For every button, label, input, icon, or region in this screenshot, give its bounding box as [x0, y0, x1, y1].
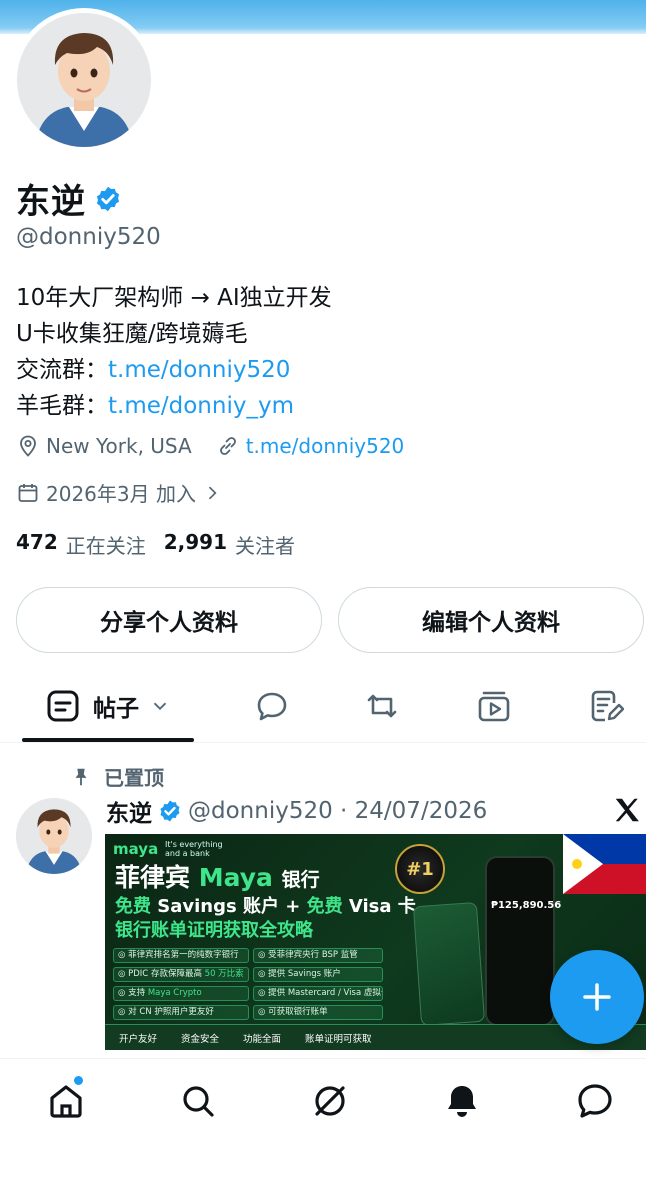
post-author-avatar[interactable] [16, 798, 92, 874]
tab-media[interactable] [472, 672, 516, 740]
card-graphic [412, 901, 486, 1027]
feature-item: ◎ 受菲律宾央行 BSP 监管 [253, 948, 383, 963]
nav-notifications[interactable] [442, 1081, 482, 1121]
profile-website[interactable]: t.me/donniy520 [216, 434, 404, 458]
feature-item: ◎ 菲律宾排名第一的纯数字银行 [113, 948, 249, 963]
x-logo-icon[interactable] [612, 795, 642, 825]
search-icon [183, 1086, 214, 1117]
bio-line: 交流群：t.me/donniy520 [16, 357, 291, 383]
tab-reposts[interactable] [360, 672, 404, 740]
feature-item: ◎ PDIC 存款保障最高 50 万比索 [113, 967, 249, 982]
media-icon [478, 691, 510, 722]
post-header: 东逆 @donniy520 · 24/07/2026 [106, 794, 487, 828]
bio-line: 羊毛群：t.me/donniy_ym [16, 393, 294, 419]
bottom-feature: 账单证明可获取 [305, 1033, 372, 1045]
feature-item: ◎ 提供 Mastercard / Visa 虚拟卡 [253, 986, 383, 1001]
nav-messages[interactable] [575, 1081, 615, 1121]
brand-tagline: It's everything and a bank [165, 840, 223, 858]
image-tagline-line: 银行账单证明获取全攻略 [115, 920, 313, 941]
home-icon [50, 1085, 82, 1118]
profile-name: 东逆 [16, 182, 86, 222]
image-subheadline: 免费 Savings 账户 + 免费 Visa 卡 [115, 896, 416, 917]
pin-icon [75, 768, 87, 785]
verified-badge-icon [160, 800, 180, 822]
feature-item: ◎ 对 CN 护照用户更友好 [113, 1005, 249, 1020]
followers-link[interactable]: 2,991 关注者 [164, 530, 295, 559]
calendar-icon [18, 483, 38, 502]
phone-graphic [485, 856, 555, 1026]
bottom-feature: 资金安全 [181, 1033, 220, 1045]
bio-line: U卡收集狂魔/跨境薅毛 [16, 321, 248, 347]
chevron-down-icon [153, 702, 167, 711]
bottom-feature: 功能全面 [243, 1033, 282, 1045]
bio-link-group[interactable]: t.me/donniy520 [108, 357, 290, 383]
reposts-icon [367, 694, 397, 718]
link-icon [219, 437, 236, 455]
profile-joined[interactable]: 2026年3月 加入 [16, 478, 252, 507]
edit-profile-button[interactable]: 编辑个人资料 [338, 587, 644, 653]
avatar-image [17, 13, 151, 147]
notifications-icon [448, 1086, 476, 1117]
nav-grok[interactable] [310, 1081, 350, 1121]
chevron-right-icon [208, 486, 217, 499]
posts-icon [47, 690, 79, 722]
feature-item: ◎ 支持 Maya Crypto [113, 986, 249, 1001]
messages-icon [578, 1084, 612, 1118]
image-headline: 菲律宾 Maya 银行 [115, 863, 320, 892]
notification-dot [74, 1076, 83, 1085]
divider [0, 742, 646, 743]
articles-icon [591, 690, 624, 722]
plus-icon [583, 983, 611, 1011]
nav-search[interactable] [178, 1081, 218, 1121]
profile-avatar[interactable] [12, 8, 156, 152]
pinned-indicator: 已置顶 [70, 762, 164, 791]
share-profile-button[interactable]: 分享个人资料 [16, 587, 322, 653]
replies-icon [257, 692, 287, 721]
phone-balance: ₱125,890.56 [491, 900, 562, 911]
flag-graphic [563, 834, 646, 894]
bio-line: 10年大厂架构师 → AI独立开发 [16, 285, 332, 311]
feature-item: ◎ 可获取银行账单 [253, 1005, 383, 1020]
bottom-feature: 开户友好 [119, 1033, 158, 1045]
follow-stats: 472 正在关注 2,991 关注者 [16, 530, 313, 559]
profile-meta: New York, USA t.me/donniy520 [16, 434, 428, 458]
tab-posts-label: 帖子 [93, 696, 139, 722]
nav-home[interactable] [46, 1081, 86, 1121]
profile-tabs: 帖子 [0, 672, 646, 744]
profile-name-row: 东逆 [16, 174, 122, 223]
tab-replies[interactable] [250, 672, 294, 740]
feature-item: ◎ 提供 Savings 账户 [253, 967, 383, 982]
tab-posts[interactable]: 帖子 [22, 672, 194, 740]
location-pin-icon [20, 435, 36, 457]
profile-location: New York, USA [16, 434, 192, 458]
rank-badge: #1 [395, 844, 445, 894]
bio-link-deals[interactable]: t.me/donniy_ym [108, 393, 294, 419]
tab-articles[interactable] [584, 672, 628, 740]
following-link[interactable]: 472 正在关注 [16, 530, 146, 559]
verified-badge-icon[interactable] [94, 185, 122, 213]
avatar-image [16, 798, 92, 874]
post-author-name[interactable]: 东逆 [106, 794, 152, 828]
bottom-navigation [0, 1058, 646, 1199]
grok-icon [315, 1086, 345, 1116]
compose-button[interactable] [550, 950, 644, 1044]
profile-handle: @donniy520 [16, 224, 161, 250]
brand-logo: maya [113, 840, 159, 858]
post-handle-date[interactable]: @donniy520 · 24/07/2026 [188, 798, 487, 824]
profile-bio: 10年大厂架构师 → AI独立开发 U卡收集狂魔/跨境薅毛 交流群：t.me/d… [16, 280, 332, 424]
